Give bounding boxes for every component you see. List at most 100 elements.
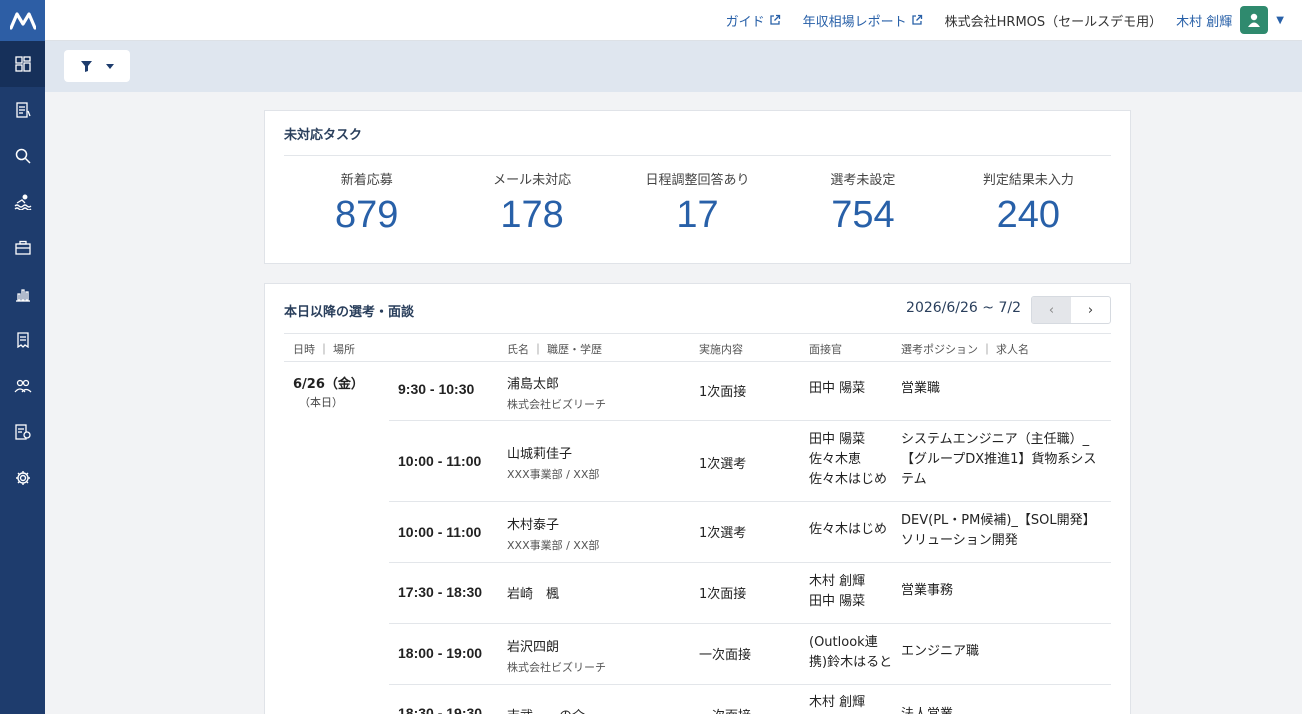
- interviewers: 田中 陽菜: [809, 381, 866, 396]
- interview-time: 10:00 - 11:00: [398, 524, 482, 540]
- interview-type: 1次面接: [699, 385, 747, 400]
- candidate: 岩沢四朗 株式会社ビズリーチ: [507, 636, 606, 675]
- interview-time: 10:00 - 11:00: [398, 453, 482, 469]
- sidebar-item-reports[interactable]: [0, 317, 45, 363]
- company-name: 株式会社HRMOS（セールスデモ用）: [944, 14, 1163, 30]
- dashboard-icon: [14, 56, 31, 72]
- column-header-interviewer: 面接官: [809, 343, 842, 356]
- task-count[interactable]: 17: [615, 194, 780, 237]
- filter-bar: [45, 41, 1302, 92]
- interviewers: 木村 創輝: [809, 695, 866, 710]
- table-row[interactable]: 10:00 - 11:00 山城莉佳子 XXX事業部 / XX部 1次選考 田中…: [389, 420, 1111, 501]
- guide-link[interactable]: ガイド: [726, 11, 781, 30]
- top-header: ガイド 年収相場レポート 株式会社HRMOS（セールスデモ用） 木村 創輝 ▼: [45, 0, 1302, 41]
- candidate-name[interactable]: 浦島太郎: [507, 373, 606, 392]
- external-link-icon: [911, 14, 922, 25]
- position-name[interactable]: 営業職: [901, 379, 1101, 399]
- candidate-name[interactable]: 岩沢四朗: [507, 636, 606, 655]
- column-header-name: 氏名 ｜ 職歴・学歴: [507, 343, 602, 356]
- salary-report-link[interactable]: 年収相場レポート: [803, 11, 923, 30]
- search-icon: [15, 148, 31, 164]
- next-week-button[interactable]: ›: [1071, 297, 1110, 323]
- chevron-down-icon: [105, 63, 114, 69]
- sidebar-item-search[interactable]: [0, 133, 45, 179]
- table-row[interactable]: 10:00 - 11:00 木村泰子 XXX事業部 / XX部 1次選考 佐々木…: [389, 501, 1111, 562]
- report-icon: [16, 332, 29, 348]
- task-unanswered-mail[interactable]: メール未対応 178: [449, 169, 614, 237]
- divider: [284, 333, 1111, 334]
- interview-time: 18:00 - 19:00: [398, 645, 483, 661]
- table-row[interactable]: 18:00 - 19:00 岩沢四朗 株式会社ビズリーチ 一次面接 (Outlo…: [389, 623, 1111, 684]
- filter-icon: [80, 60, 92, 72]
- sidebar-item-dashboard[interactable]: [0, 41, 45, 87]
- candidate-name[interactable]: 岩崎 楓: [507, 583, 559, 602]
- candidate: 山城莉佳子 XXX事業部 / XX部: [507, 443, 599, 482]
- position-name[interactable]: エンジニア職: [901, 642, 1101, 662]
- task-label: 新着応募: [340, 173, 393, 188]
- user-name[interactable]: 木村 創輝: [1176, 11, 1232, 30]
- candidate: 岩崎 楓: [507, 583, 559, 602]
- position-name[interactable]: 法人営業: [901, 705, 1101, 714]
- task-label: メール未対応: [493, 173, 572, 188]
- gear-icon: [15, 471, 30, 485]
- divider: [284, 155, 1111, 156]
- sidebar-item-applicants[interactable]: [0, 87, 45, 133]
- candidate-org: XXX事業部 / XX部: [507, 539, 600, 552]
- candidate-name[interactable]: 山城莉佳子: [507, 443, 599, 462]
- salary-report-link-label[interactable]: 年収相場レポート: [803, 11, 907, 30]
- briefcase-icon: [14, 240, 31, 255]
- interview-time: 9:30 - 10:30: [398, 381, 475, 397]
- app-logo[interactable]: [0, 0, 45, 41]
- chevron-left-icon: ‹: [1048, 302, 1055, 318]
- sidebar-item-settings[interactable]: [0, 455, 45, 501]
- sidebar-item-documents[interactable]: [0, 409, 45, 455]
- task-label: 日程調整回答あり: [645, 173, 750, 188]
- position-name[interactable]: DEV(PL・PM候補)_【SOL開発】ソリューション開発: [901, 511, 1101, 551]
- candidate-name[interactable]: 木村泰子: [507, 514, 599, 533]
- sidebar: [0, 0, 45, 714]
- column-header-datetime: 日時 ｜ 場所: [293, 343, 355, 356]
- avatar[interactable]: [1240, 6, 1269, 34]
- bar-chart-icon: [15, 289, 30, 302]
- user-icon: [1248, 13, 1261, 27]
- task-count[interactable]: 240: [946, 194, 1111, 237]
- task-selection-unset[interactable]: 選考未設定 754: [780, 169, 945, 237]
- candidate-name[interactable]: 吉武 一の介: [507, 705, 585, 714]
- task-count[interactable]: 879: [284, 194, 449, 237]
- filter-button[interactable]: [64, 50, 130, 82]
- external-link-icon: [769, 14, 780, 25]
- interviewers: 木村 創輝 田中 陽菜: [809, 574, 866, 609]
- task-new-applications[interactable]: 新着応募 879: [284, 169, 449, 237]
- table-row[interactable]: 17:30 - 18:30 岩崎 楓 1次面接 木村 創輝 田中 陽菜 営業事務: [389, 562, 1111, 623]
- interview-type: 1次面接: [699, 587, 747, 602]
- interview-type: 1次選考: [699, 526, 747, 541]
- prev-week-button[interactable]: ‹: [1032, 297, 1071, 323]
- task-count[interactable]: 178: [449, 194, 614, 237]
- task-schedule-responses[interactable]: 日程調整回答あり 17: [615, 169, 780, 237]
- guide-link-label[interactable]: ガイド: [726, 11, 765, 30]
- sidebar-item-jobs[interactable]: [0, 225, 45, 271]
- pending-tasks-title: 未対応タスク: [284, 128, 363, 143]
- candidate: 木村泰子 XXX事業部 / XX部: [507, 514, 599, 553]
- sidebar-item-analytics[interactable]: [0, 271, 45, 317]
- date-range: 2026/6/26 ~ 7/2: [906, 300, 1021, 316]
- candidate-org: XXX事業部 / XX部: [507, 468, 600, 481]
- task-count[interactable]: 754: [780, 194, 945, 237]
- date-pager: ‹ ›: [1031, 296, 1111, 324]
- sidebar-item-swimmer[interactable]: [0, 179, 45, 225]
- logo-icon: [9, 11, 36, 30]
- position-name[interactable]: 営業事務: [901, 581, 1101, 601]
- table-row[interactable]: 9:30 - 10:30 浦島太郎 株式会社ビズリーチ 1次面接 田中 陽菜 営…: [389, 361, 1111, 420]
- position-name[interactable]: システムエンジニア（主任職）_【グループDX推進1】貨物系システム: [901, 430, 1101, 490]
- task-label: 判定結果未入力: [982, 173, 1074, 188]
- sidebar-item-people[interactable]: [0, 363, 45, 409]
- candidate-org: 株式会社ビズリーチ: [507, 398, 606, 411]
- interview-time: 18:30 - 19:30: [398, 705, 483, 714]
- user-menu-caret-icon[interactable]: ▼: [1276, 15, 1284, 26]
- task-result-pending[interactable]: 判定結果未入力 240: [946, 169, 1111, 237]
- task-label: 選考未設定: [830, 173, 896, 188]
- chevron-right-icon: ›: [1087, 302, 1094, 318]
- day-sub: （本日）: [299, 396, 343, 409]
- pending-tasks-card: 未対応タスク 新着応募 879 メール未対応 178 日程調整回答あり 17 選…: [264, 110, 1131, 264]
- table-row[interactable]: 18:30 - 19:30 吉武 一の介 一次面接 木村 創輝 法人営業: [389, 684, 1111, 714]
